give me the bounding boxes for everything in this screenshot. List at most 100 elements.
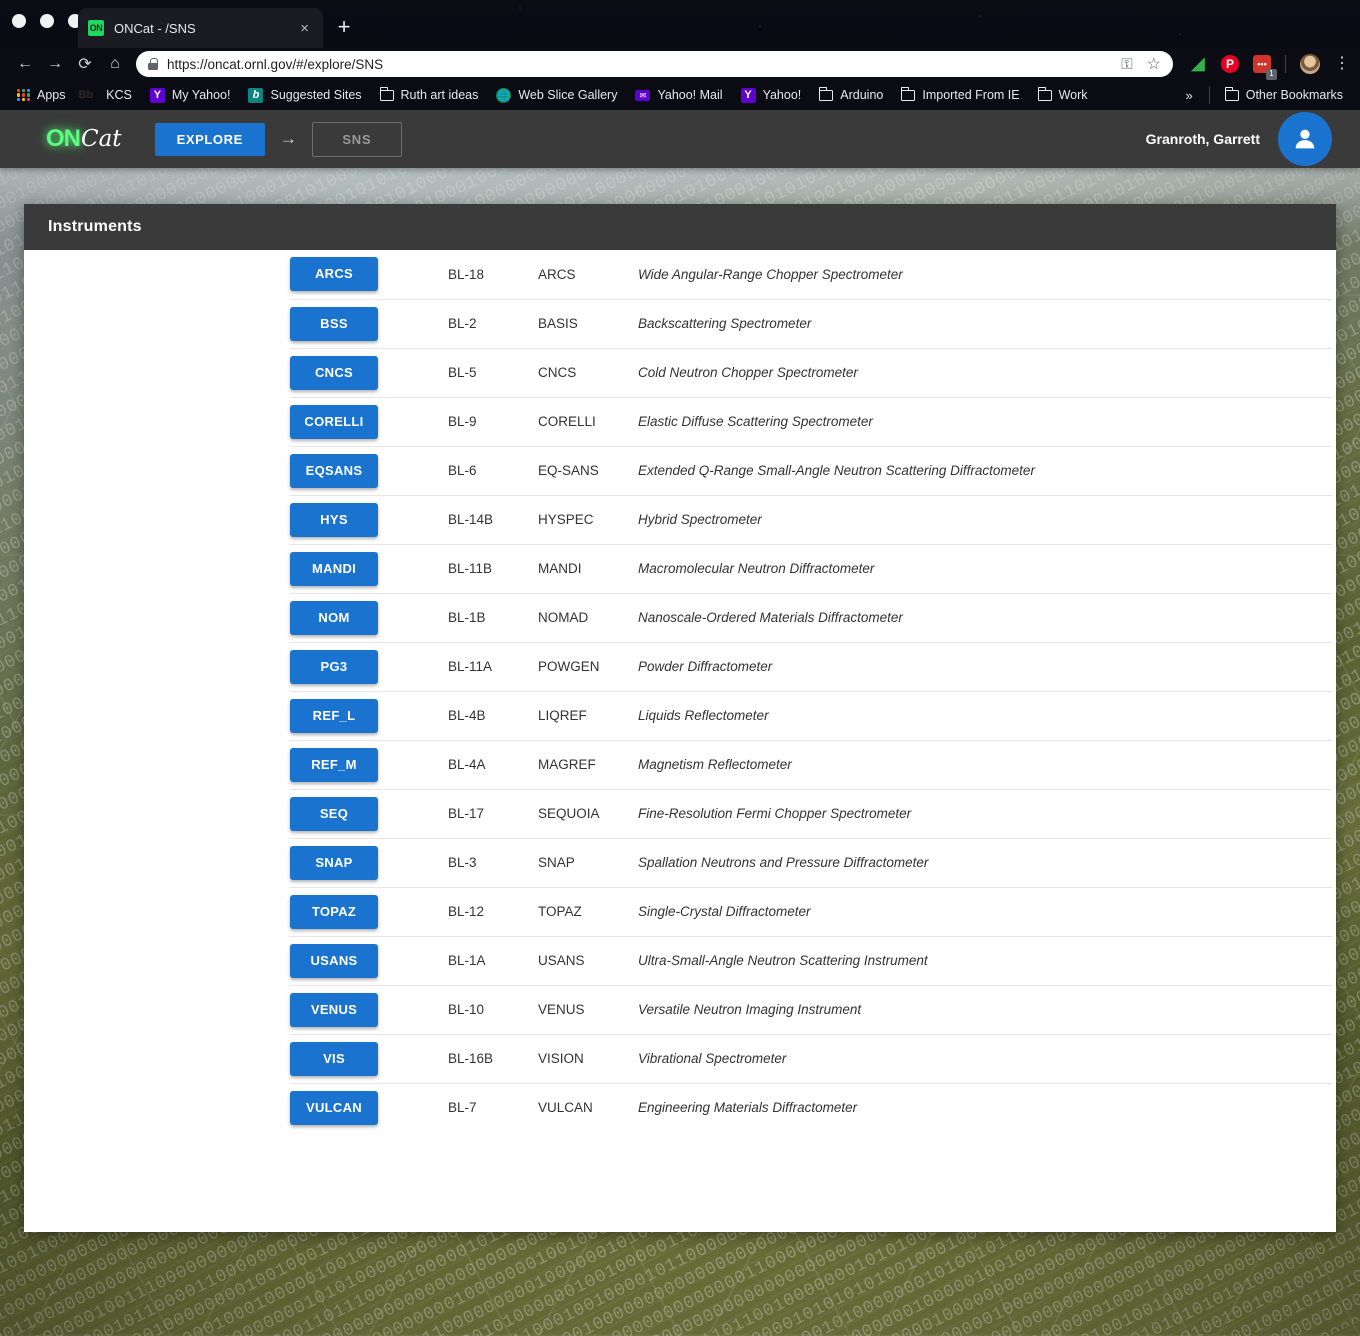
instrument-description-cell: Magnetism Reflectometer bbox=[638, 740, 1332, 789]
instrument-button[interactable]: USANS bbox=[290, 944, 378, 978]
home-icon[interactable]: ⌂ bbox=[100, 51, 130, 77]
table-row: MANDIBL-11BMANDIMacromolecular Neutron D… bbox=[290, 544, 1332, 593]
logo-on-text: ON bbox=[46, 125, 80, 153]
bookmark-label: Arduino bbox=[840, 88, 883, 102]
table-row: REF_MBL-4AMAGREFMagnetism Reflectometer bbox=[290, 740, 1332, 789]
instrument-button-cell: MANDI bbox=[290, 544, 448, 593]
bookmark-ruth-art-ideas[interactable]: Ruth art ideas bbox=[371, 83, 488, 107]
table-row: CNCSBL-5CNCSCold Neutron Chopper Spectro… bbox=[290, 348, 1332, 397]
instrument-button[interactable]: BSS bbox=[290, 307, 378, 341]
bookmark-yahoo-mail[interactable]: ✉ Yahoo! Mail bbox=[626, 83, 731, 107]
beamline-cell: BL-16B bbox=[448, 1034, 538, 1083]
window-controls[interactable] bbox=[12, 14, 82, 28]
instrument-description-cell: Fine-Resolution Fermi Chopper Spectromet… bbox=[638, 789, 1332, 838]
lock-icon bbox=[148, 58, 158, 70]
bookmark-yahoo[interactable]: Y Yahoo! bbox=[732, 83, 811, 107]
instrument-description-cell: Wide Angular-Range Chopper Spectrometer bbox=[638, 250, 1332, 299]
address-bar[interactable]: https://oncat.ornl.gov/#/explore/SNS ⚿ ☆ bbox=[136, 51, 1173, 77]
pinterest-extension-icon[interactable]: P bbox=[1221, 55, 1239, 73]
table-row: CORELLIBL-9CORELLIElastic Diffuse Scatte… bbox=[290, 397, 1332, 446]
red-extension-icon[interactable]: •••1 bbox=[1253, 55, 1271, 73]
yahoo-icon: Y bbox=[741, 88, 756, 103]
beamline-cell: BL-6 bbox=[448, 446, 538, 495]
bookmark-label: Work bbox=[1059, 88, 1088, 102]
close-window-button[interactable] bbox=[12, 14, 26, 28]
beamline-cell: BL-9 bbox=[448, 397, 538, 446]
bookmark-apps[interactable]: Apps bbox=[8, 83, 75, 107]
bookmark-suggested-sites[interactable]: b Suggested Sites bbox=[239, 83, 370, 107]
beamline-cell: BL-1B bbox=[448, 593, 538, 642]
bookmark-web-slice-gallery[interactable]: 🌐 Web Slice Gallery bbox=[487, 83, 626, 107]
chrome-menu-icon[interactable]: ⋮ bbox=[1334, 60, 1350, 68]
user-avatar-button[interactable] bbox=[1278, 112, 1332, 166]
reload-icon[interactable]: ⟳ bbox=[70, 51, 100, 77]
oncat-application: 0000000000000000110000000000000010000000… bbox=[0, 110, 1360, 1336]
instrument-button[interactable]: NOM bbox=[290, 601, 378, 635]
table-row: HYS BL-14BHYSPECHybrid Spectrometer bbox=[290, 495, 1332, 544]
instrument-description-cell: Nanoscale-Ordered Materials Diffractomet… bbox=[638, 593, 1332, 642]
instrument-button[interactable]: SEQ bbox=[290, 797, 378, 831]
bookmarks-overflow-icon[interactable]: » bbox=[1176, 88, 1203, 103]
user-area: Granroth, Garrett bbox=[1146, 112, 1346, 166]
bookmark-kcs[interactable]: KCS bbox=[97, 83, 141, 107]
browser-tab[interactable]: ON ONCat - /SNS × bbox=[78, 8, 323, 48]
bookmark-work[interactable]: Work bbox=[1029, 83, 1097, 107]
instrument-button-cell: HYS bbox=[290, 495, 448, 544]
instrument-button-cell: ARCS bbox=[290, 250, 448, 299]
instrument-button[interactable]: ARCS bbox=[290, 257, 378, 291]
close-icon[interactable]: × bbox=[296, 19, 313, 38]
instrument-button[interactable]: REF_M bbox=[290, 748, 378, 782]
instrument-button[interactable]: VULCAN bbox=[290, 1091, 378, 1125]
bookmark-star-icon[interactable]: ☆ bbox=[1147, 54, 1161, 74]
instrument-button[interactable]: MANDI bbox=[290, 552, 378, 586]
instrument-button[interactable]: HYS bbox=[290, 503, 378, 537]
card-body: ARCSBL-18ARCSWide Angular-Range Chopper … bbox=[24, 250, 1336, 1132]
beamline-cell: BL-14B bbox=[448, 495, 538, 544]
instrument-button-cell: VENUS bbox=[290, 985, 448, 1034]
instrument-description-cell: Ultra-Small-Angle Neutron Scattering Ins… bbox=[638, 936, 1332, 985]
breadcrumb-sns[interactable]: SNS bbox=[312, 122, 402, 157]
bookmark-label: Apps bbox=[37, 88, 66, 102]
table-row: REF_LBL-4BLIQREFLiquids Reflectometer bbox=[290, 691, 1332, 740]
bookmark-other-bookmarks[interactable]: Other Bookmarks bbox=[1216, 83, 1352, 107]
instrument-description-cell: Hybrid Spectrometer bbox=[638, 495, 1332, 544]
instruments-table: ARCSBL-18ARCSWide Angular-Range Chopper … bbox=[290, 250, 1332, 1132]
bookmark-blackboard[interactable]: Bb bbox=[75, 83, 98, 107]
instrument-button[interactable]: CNCS bbox=[290, 356, 378, 390]
instrument-name-cell: HYSPEC bbox=[538, 495, 638, 544]
evernote-extension-icon[interactable]: ◢ bbox=[1189, 55, 1207, 73]
instrument-button[interactable]: REF_L bbox=[290, 699, 378, 733]
bookmark-arduino[interactable]: Arduino bbox=[810, 83, 892, 107]
instrument-name-cell: NOMAD bbox=[538, 593, 638, 642]
instrument-button-cell: EQSANS bbox=[290, 446, 448, 495]
instrument-button[interactable]: TOPAZ bbox=[290, 895, 378, 929]
explore-button[interactable]: EXPLORE bbox=[155, 123, 265, 156]
url-text: https://oncat.ornl.gov/#/explore/SNS bbox=[167, 57, 383, 72]
back-icon[interactable]: ← bbox=[10, 51, 40, 77]
instrument-description-cell: Extended Q-Range Small-Angle Neutron Sca… bbox=[638, 446, 1332, 495]
instrument-name-cell: MAGREF bbox=[538, 740, 638, 789]
minimize-window-button[interactable] bbox=[40, 14, 54, 28]
instrument-button-cell: SEQ bbox=[290, 789, 448, 838]
user-name: Granroth, Garrett bbox=[1146, 131, 1260, 147]
instrument-button[interactable]: CORELLI bbox=[290, 405, 378, 439]
instrument-name-cell: MANDI bbox=[538, 544, 638, 593]
instrument-button[interactable]: EQSANS bbox=[290, 454, 378, 488]
instrument-button[interactable]: SNAP bbox=[290, 846, 378, 880]
profile-avatar[interactable] bbox=[1300, 54, 1320, 74]
oncat-logo[interactable]: ON Cat bbox=[46, 125, 122, 153]
instrument-name-cell: LIQREF bbox=[538, 691, 638, 740]
instrument-button[interactable]: VENUS bbox=[290, 993, 378, 1027]
table-row: VENUSBL-10VENUSVersatile Neutron Imaging… bbox=[290, 985, 1332, 1034]
forward-icon[interactable]: → bbox=[40, 51, 70, 77]
instrument-button[interactable]: PG3 bbox=[290, 650, 378, 684]
bookmark-imported-from-ie[interactable]: Imported From IE bbox=[892, 83, 1028, 107]
new-tab-button[interactable]: + bbox=[330, 14, 358, 42]
bookmark-my-yahoo[interactable]: Y My Yahoo! bbox=[141, 83, 240, 107]
app-header: ON Cat EXPLORE → SNS Granroth, Garrett bbox=[0, 110, 1360, 168]
instrument-name-cell: TOPAZ bbox=[538, 887, 638, 936]
instrument-button[interactable]: VIS bbox=[290, 1042, 378, 1076]
bookmark-label: Web Slice Gallery bbox=[518, 88, 617, 102]
bookmark-label: Yahoo! bbox=[763, 88, 802, 102]
key-icon[interactable]: ⚿ bbox=[1121, 56, 1132, 73]
